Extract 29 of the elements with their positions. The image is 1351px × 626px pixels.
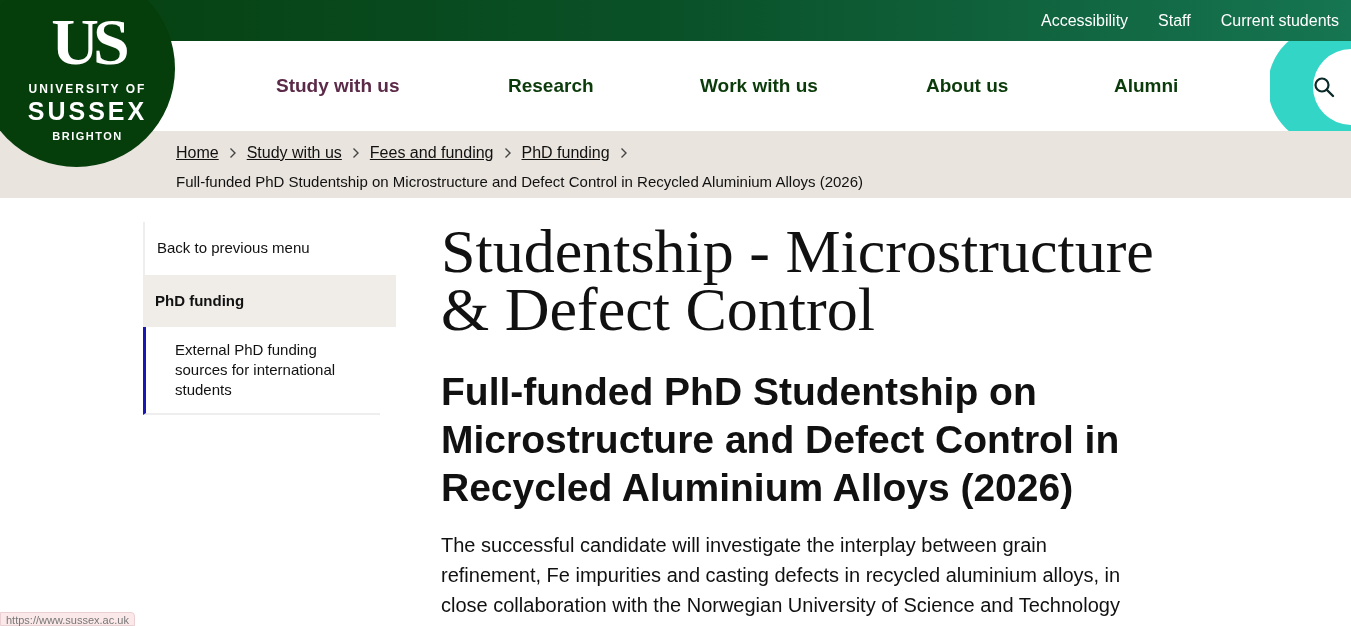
logo-text: SUSSEX	[27, 98, 148, 124]
breadcrumb-link[interactable]: Home	[176, 141, 219, 165]
chevron-icon	[503, 147, 512, 159]
heading: Full-funded PhD Studentship on Microstructure and Defect Control in Recycled Aluminium Alloys (2026)	[441, 369, 1121, 511]
logo-monogram: US	[51, 12, 124, 72]
chevron-icon	[351, 147, 360, 159]
breadcrumb-link[interactable]: PhD funding	[521, 141, 610, 165]
search-icon	[1313, 76, 1335, 98]
nav-link[interactable]: Study with us	[276, 71, 508, 101]
utility-link[interactable]: Accessibility	[1040, 8, 1129, 33]
nav-link[interactable]: Alumni	[1114, 71, 1264, 101]
utility-link[interactable]: Current students	[1220, 8, 1339, 33]
chevron-icon	[619, 147, 628, 159]
nav-link[interactable]: Work with us	[700, 71, 926, 101]
body-text: The successful candidate will investigate the interplay between grain refinement, Fe impurities and casting defects in recycled aluminium alloys, in close collaboration with the Norwegian University of Science and Technology	[441, 533, 1122, 618]
search-button[interactable]	[1312, 75, 1336, 99]
nav-link[interactable]: About us	[926, 71, 1114, 101]
logo-text: UNIVERSITY OF	[28, 81, 147, 98]
breadcrumb-current: Full-funded PhD Studentship on Microstructure and Defect Control in Recycled Aluminium Alloys (2026)	[176, 172, 864, 192]
chevron-icon	[228, 147, 237, 159]
menu-section[interactable]: PhD funding	[143, 274, 396, 327]
logo-text: BRIGHTON	[52, 129, 123, 144]
breadcrumb-link[interactable]: Study with us	[246, 141, 342, 165]
utility-link[interactable]: Staff	[1158, 8, 1191, 33]
menu-item[interactable]: External PhD funding sources for international students	[143, 327, 380, 415]
status-url: https://www.sussex.ac.uk	[0, 612, 135, 626]
breadcrumb-link[interactable]: Fees and funding	[369, 141, 494, 165]
nav-link[interactable]: Research	[508, 71, 700, 101]
page-title: Studentship - Microstructure & Defect Control	[441, 222, 1155, 338]
